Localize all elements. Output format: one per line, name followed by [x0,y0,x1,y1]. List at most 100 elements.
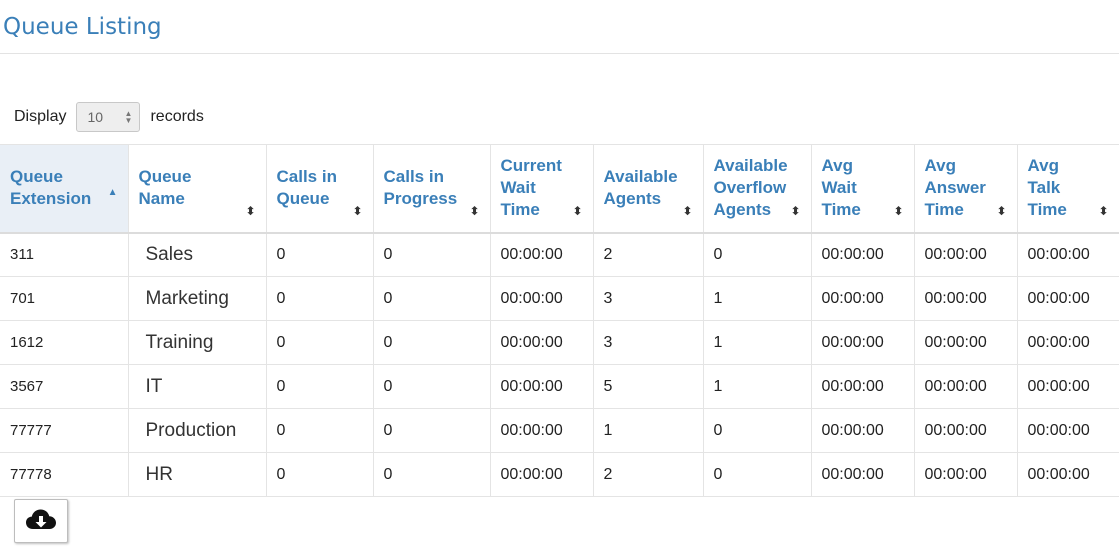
cell-avg-answer: 00:00:00 [914,232,1018,277]
cell-overflow-agents: 0 [703,232,812,277]
table-row[interactable]: 77778 HR 0 0 00:00:00 2 0 00:00:00 00:00:00 00:00… [0,452,1119,497]
cell-calls-in-progress: 0 [373,408,491,453]
column-header-label: Current Wait Time [500,156,562,220]
cell-ext: 77777 [0,408,129,453]
cell-calls-in-progress: 0 [373,452,491,497]
cell-available-agents: 5 [593,364,704,409]
column-header-current-wait[interactable]: Current Wait Time ⬍ [490,144,594,234]
cell-calls-in-queue: 0 [266,276,374,321]
table-row[interactable]: 311 Sales 0 0 00:00:00 2 0 00:00:00 00:00:00 00:0… [0,232,1119,277]
cell-avg-wait: 00:00:00 [811,232,915,277]
cell-overflow-agents: 1 [703,276,812,321]
sort-icon: ⬍ [1098,203,1109,218]
cell-name: Sales [128,232,267,277]
cell-calls-in-queue: 0 [266,408,374,453]
column-header-avg-answer[interactable]: Avg Answer Time ⬍ [914,144,1018,234]
table-body: 311 Sales 0 0 00:00:00 2 0 00:00:00 00:00:00 00:0… [0,232,1119,497]
cell-ext: 3567 [0,364,129,409]
cell-avg-answer: 00:00:00 [914,408,1018,453]
cell-current-wait: 00:00:00 [490,408,594,453]
table-row[interactable]: 3567 IT 0 0 00:00:00 5 1 00:00:00 00:00:00 00:00:… [0,364,1119,409]
sort-ascending-icon: ▲ [107,186,118,198]
sort-icon: ⬍ [469,203,480,218]
column-header-avg-wait[interactable]: Avg Wait Time ⬍ [811,144,915,234]
column-header-label: Avg Answer Time [924,156,986,220]
cell-calls-in-progress: 0 [373,364,491,409]
table-row[interactable]: 77777 Production 0 0 00:00:00 1 0 00:00:00 00:00… [0,408,1119,453]
cell-avg-talk: 00:00:00 [1017,232,1119,277]
cell-avg-answer: 00:00:00 [914,276,1018,321]
cell-overflow-agents: 1 [703,364,812,409]
cell-calls-in-queue: 0 [266,320,374,365]
cell-calls-in-queue: 0 [266,232,374,277]
queue-table: Queue Extension ▲ Queue Name ⬍ Calls in Queu… [0,144,1119,497]
column-header-name[interactable]: Queue Name ⬍ [128,144,267,234]
cell-available-agents: 2 [593,232,704,277]
sort-icon: ⬍ [893,203,904,218]
column-header-calls-in-progress[interactable]: Calls in Progress ⬍ [373,144,491,234]
column-header-overflow-agents[interactable]: Available Overflow Agents ⬍ [703,144,812,234]
cell-available-agents: 1 [593,408,704,453]
column-header-label: Available Overflow Agents [713,156,788,220]
cell-current-wait: 00:00:00 [490,276,594,321]
sort-icon: ⬍ [996,203,1007,218]
column-header-label: Calls in Queue [276,167,337,209]
column-header-available-agents[interactable]: Available Agents ⬍ [593,144,704,234]
cell-ext: 1612 [0,320,129,365]
cell-name: Training [128,320,267,365]
records-per-page-select[interactable]: 10 ▲ ▼ [76,102,141,132]
sort-icon: ⬍ [245,203,256,218]
select-arrows-icon: ▲ ▼ [124,109,133,125]
cell-calls-in-progress: 0 [373,276,491,321]
table-row[interactable]: 1612 Training 0 0 00:00:00 3 1 00:00:00 00:00:00… [0,320,1119,365]
column-header-ext[interactable]: Queue Extension ▲ [0,144,129,234]
cell-name: IT [128,364,267,409]
cell-overflow-agents: 0 [703,452,812,497]
cell-avg-wait: 00:00:00 [811,452,915,497]
column-header-calls-in-queue[interactable]: Calls in Queue ⬍ [266,144,374,234]
cell-overflow-agents: 1 [703,320,812,365]
column-header-label: Avg Talk Time [1027,156,1067,220]
cell-calls-in-progress: 0 [373,232,491,277]
cell-avg-wait: 00:00:00 [811,276,915,321]
sort-icon: ⬍ [682,203,693,218]
cell-avg-wait: 00:00:00 [811,364,915,409]
page-title: Queue Listing [3,14,162,40]
export-download-button[interactable] [14,499,68,543]
cell-avg-answer: 00:00:00 [914,320,1018,365]
sort-icon: ⬍ [790,203,801,218]
cell-avg-talk: 00:00:00 [1017,320,1119,365]
cell-avg-talk: 00:00:00 [1017,452,1119,497]
display-label: Display [14,108,67,125]
cell-calls-in-queue: 0 [266,364,374,409]
cell-available-agents: 2 [593,452,704,497]
cell-available-agents: 3 [593,320,704,365]
cell-ext: 311 [0,232,129,277]
display-records-control: Display 10 ▲ ▼ records [14,101,204,133]
cell-overflow-agents: 0 [703,408,812,453]
cell-current-wait: 00:00:00 [490,452,594,497]
cell-avg-talk: 00:00:00 [1017,364,1119,409]
cell-avg-talk: 00:00:00 [1017,276,1119,321]
sort-icon: ⬍ [352,203,363,218]
sort-icon: ⬍ [572,203,583,218]
column-header-label: Available Agents [603,167,678,209]
cell-current-wait: 00:00:00 [490,232,594,277]
cell-avg-talk: 00:00:00 [1017,408,1119,453]
cell-avg-wait: 00:00:00 [811,408,915,453]
cell-available-agents: 3 [593,276,704,321]
column-header-label: Calls in Progress [383,167,458,209]
column-header-avg-talk[interactable]: Avg Talk Time ⬍ [1017,144,1119,234]
cloud-download-icon [26,509,56,529]
cell-ext: 701 [0,276,129,321]
cell-current-wait: 00:00:00 [490,320,594,365]
table-header-row: Queue Extension ▲ Queue Name ⬍ Calls in Queu… [0,144,1119,234]
title-divider [0,53,1119,54]
column-header-label: Queue Extension [10,167,92,209]
cell-name: Marketing [128,276,267,321]
cell-current-wait: 00:00:00 [490,364,594,409]
table-row[interactable]: 701 Marketing 0 0 00:00:00 3 1 00:00:00 00:00:00… [0,276,1119,321]
cell-avg-wait: 00:00:00 [811,320,915,365]
cell-calls-in-progress: 0 [373,320,491,365]
cell-calls-in-queue: 0 [266,452,374,497]
